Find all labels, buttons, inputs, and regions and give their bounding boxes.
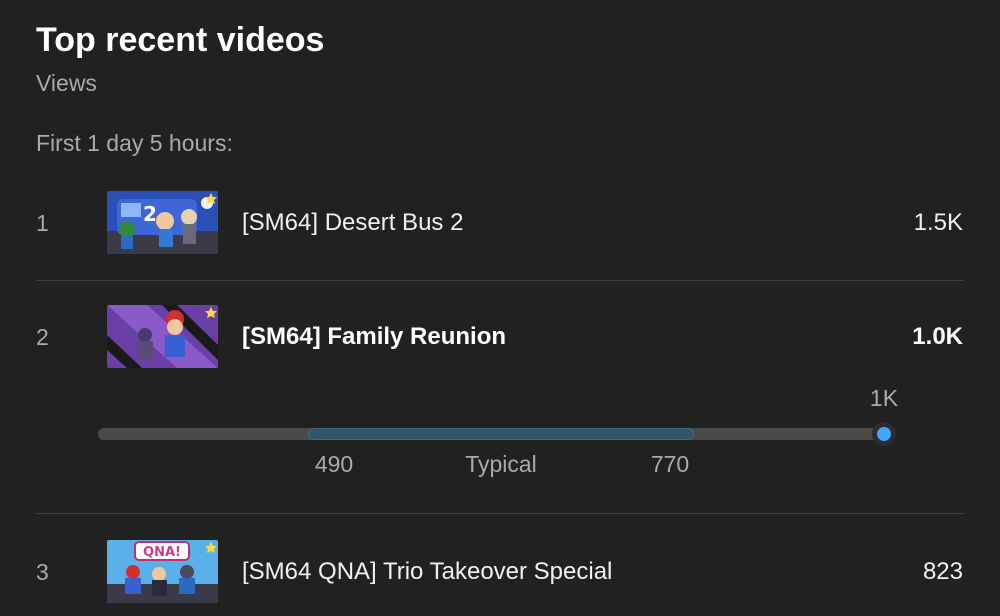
typical-low-label: 490 (314, 451, 354, 477)
video-rank: 3 (36, 559, 49, 585)
row-divider (36, 280, 964, 281)
video-thumbnail[interactable]: QNA! (107, 540, 218, 603)
video-thumbnail[interactable]: 2 (107, 191, 218, 254)
svg-text:QNA!: QNA! (143, 545, 181, 560)
video-rank: 2 (36, 324, 49, 350)
typical-range-band (308, 428, 694, 440)
video-row-2[interactable]: 2 [SM64] Family Reunion 1.0K (0, 304, 1000, 370)
typical-high-label: 770 (650, 451, 690, 477)
video-title[interactable]: [SM64] Desert Bus 2 (242, 190, 463, 256)
row-divider (36, 513, 964, 514)
current-value-label: 1K (869, 385, 899, 411)
video-views: 1.0K (912, 323, 963, 350)
current-value-dot (877, 427, 891, 441)
video-title[interactable]: [SM64 QNA] Trio Takeover Special (242, 539, 612, 605)
video-rank: 1 (36, 210, 49, 236)
video-title[interactable]: [SM64] Family Reunion (242, 304, 506, 370)
metric-label: Views (36, 70, 97, 96)
typical-range-chart: 1K 490 Typical 770 (98, 384, 898, 484)
card-title: Top recent videos (36, 21, 325, 59)
top-recent-videos-card: Top recent videos Views First 1 day 5 ho… (0, 0, 1000, 616)
video-row-1[interactable]: 1 2 [SM64] Desert Bus 2 1.5K (0, 190, 1000, 256)
video-views: 1.5K (913, 209, 963, 236)
video-row-3[interactable]: 3 QNA! [SM64 QNA] Trio Takeover Special … (0, 539, 1000, 605)
video-thumbnail[interactable] (107, 305, 218, 368)
video-views: 823 (922, 558, 963, 585)
svg-text:2: 2 (143, 202, 157, 226)
period-label: First 1 day 5 hours: (36, 130, 233, 156)
typical-label: Typical (465, 451, 537, 477)
current-value-marker (872, 422, 896, 446)
